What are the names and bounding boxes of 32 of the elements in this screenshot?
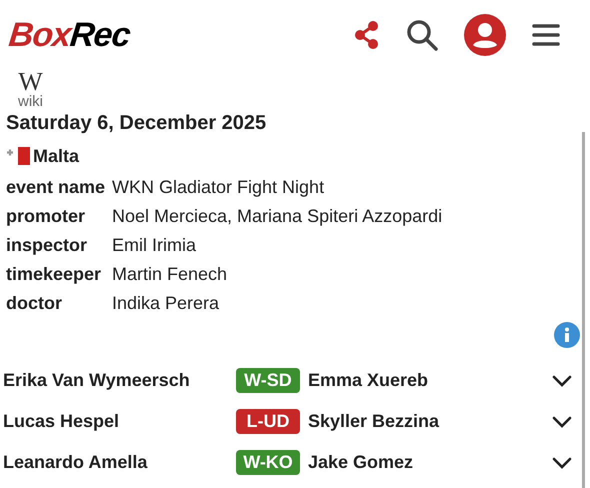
detail-value: Noel Mercieca, Mariana Spiteri Azzopardi	[112, 206, 442, 227]
chevron-down-icon[interactable]	[552, 374, 572, 386]
search-icon[interactable]	[406, 19, 438, 51]
result-badge: L-UD	[236, 409, 300, 434]
user-avatar-icon[interactable]	[464, 14, 506, 56]
detail-value: Emil Irimia	[112, 235, 196, 256]
menu-icon[interactable]	[532, 23, 560, 47]
result-badge: W-KO	[236, 450, 300, 475]
share-icon[interactable]	[354, 21, 380, 49]
info-icon[interactable]	[554, 322, 580, 348]
detail-label: event name	[6, 177, 106, 198]
brand-logo[interactable]: BoxRec	[6, 16, 132, 54]
fighter-name[interactable]: Lucas Hespel	[3, 411, 236, 432]
detail-label: promoter	[6, 206, 86, 227]
detail-label: doctor	[6, 293, 63, 314]
detail-label: timekeeper	[6, 264, 102, 285]
detail-value: Indika Perera	[112, 293, 220, 314]
opponent-name[interactable]: Emma Xuereb	[308, 370, 552, 391]
wiki-link[interactable]: W wiki	[18, 70, 43, 110]
fighter-name[interactable]: Leanardo Amella	[3, 452, 236, 473]
detail-value: Martin Fenech	[112, 264, 228, 285]
opponent-name[interactable]: Jake Gomez	[308, 452, 552, 473]
chevron-down-icon[interactable]	[552, 416, 572, 428]
malta-flag-icon	[6, 147, 30, 165]
fighter-name[interactable]: Erika Van Wymeersch	[3, 370, 236, 391]
country-name[interactable]: Malta	[33, 146, 80, 166]
chevron-down-icon[interactable]	[552, 456, 572, 468]
detail-value: WKN Gladiator Fight Night	[112, 177, 324, 198]
event-date: Saturday 6, December 2025	[6, 112, 268, 135]
opponent-name[interactable]: Skyller Bezzina	[308, 411, 552, 432]
detail-label: inspector	[6, 235, 88, 256]
result-badge: W-SD	[236, 368, 300, 393]
